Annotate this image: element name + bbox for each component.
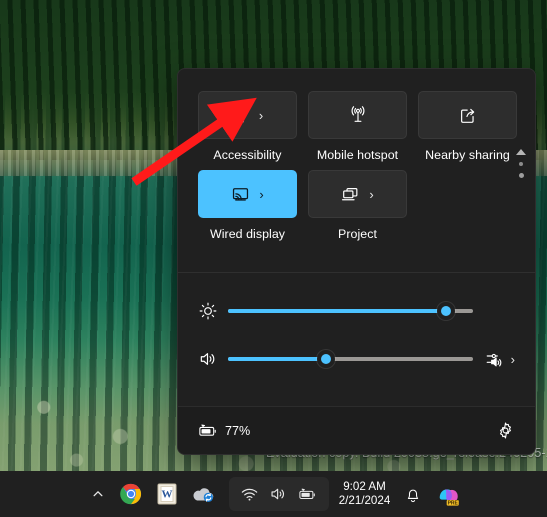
tile-cell-project: › Project (308, 170, 407, 241)
brightness-slider[interactable] (228, 302, 473, 320)
wifi-icon[interactable] (237, 482, 263, 506)
nearby-sharing-icon (458, 106, 477, 125)
cast-icon (231, 185, 250, 204)
brightness-thumb[interactable] (437, 302, 456, 320)
taskbar-clock[interactable]: 9:02 AM 2/21/2024 (339, 480, 391, 508)
volume-icon[interactable] (266, 482, 292, 506)
brightness-slider-row (198, 287, 515, 335)
tile-project[interactable]: › (308, 170, 407, 218)
tile-row-2: › Wired display › Project (198, 170, 515, 241)
svg-text:PRE: PRE (448, 500, 459, 506)
chevron-right-icon[interactable]: › (259, 188, 263, 201)
brightness-track-fill (228, 309, 447, 313)
quick-settings-footer: 77% (178, 406, 535, 454)
quick-settings-panel: › Accessibility Mobile hotspot Nearby sh… (177, 68, 536, 455)
scroll-up-caret-icon[interactable] (516, 149, 526, 155)
volume-track-fill (228, 357, 326, 361)
tile-mobile-hotspot[interactable] (308, 91, 407, 139)
battery-icon[interactable] (295, 482, 321, 506)
page-dot-2[interactable] (518, 173, 524, 178)
clock-time: 9:02 AM (343, 480, 386, 493)
volume-slider[interactable] (228, 350, 473, 368)
page-dot-1[interactable] (519, 162, 523, 166)
taskbar-app-word-icon[interactable]: W (149, 476, 185, 512)
battery-status[interactable]: 77% (198, 423, 250, 439)
project-icon (341, 185, 360, 204)
volume-icon[interactable] (198, 349, 228, 369)
taskbar-app-chrome-icon[interactable] (113, 476, 149, 512)
tile-cell-accessibility: › Accessibility (198, 91, 297, 162)
tile-cell-wired-display: › Wired display (198, 170, 297, 241)
hotspot-icon (348, 105, 368, 125)
volume-slider-row: › (198, 335, 515, 383)
quick-settings-page-indicator[interactable] (514, 149, 528, 178)
battery-percent-label: 77% (225, 423, 251, 438)
volume-thumb[interactable] (317, 350, 335, 368)
tile-label-accessibility: Accessibility (213, 148, 282, 162)
tile-label-mobile-hotspot: Mobile hotspot (316, 148, 399, 162)
taskbar: W 9:02 AM 2/21/2024 PRE (0, 471, 547, 517)
system-tray-flyout-button[interactable] (228, 477, 329, 511)
brightness-icon (198, 301, 228, 321)
tile-nearby-sharing[interactable] (418, 91, 517, 139)
tile-cell-nearby-sharing: Nearby sharing (418, 91, 517, 162)
tile-row-1: › Accessibility Mobile hotspot Nearby sh… (198, 91, 517, 162)
tile-label-project: Project (338, 227, 377, 241)
clock-date: 2/21/2024 (338, 494, 391, 507)
notifications-button[interactable] (400, 481, 426, 507)
copilot-button[interactable]: PRE (434, 479, 464, 509)
taskbar-app-onedrive-sync-icon[interactable] (185, 476, 221, 512)
volume-trailing-area: › (473, 349, 515, 369)
gear-icon (496, 421, 515, 440)
quick-settings-tile-grid: › Accessibility Mobile hotspot Nearby sh… (178, 69, 535, 263)
audio-output-picker-icon[interactable] (485, 349, 507, 369)
screen: Evaluation copy. Build 20038.ge_release.… (0, 0, 547, 517)
tile-label-wired-display: Wired display (209, 227, 286, 241)
tile-wired-display[interactable]: › (198, 170, 297, 218)
svg-text:W: W (161, 489, 172, 501)
chevron-right-icon[interactable]: › (511, 353, 515, 366)
settings-button[interactable] (496, 421, 515, 440)
chevron-right-icon[interactable]: › (369, 188, 373, 201)
quick-settings-sliders: › (178, 273, 535, 391)
battery-charging-icon (198, 423, 218, 439)
tile-label-nearby-sharing: Nearby sharing (425, 148, 510, 162)
tile-accessibility[interactable]: › (198, 91, 297, 139)
taskbar-inner: W 9:02 AM 2/21/2024 PRE (83, 476, 465, 512)
chevron-right-icon[interactable]: › (259, 109, 263, 122)
tile-cell-mobile-hotspot: Mobile hotspot (308, 91, 407, 162)
show-hidden-icons-button[interactable] (83, 477, 113, 511)
accessibility-icon (232, 106, 250, 124)
